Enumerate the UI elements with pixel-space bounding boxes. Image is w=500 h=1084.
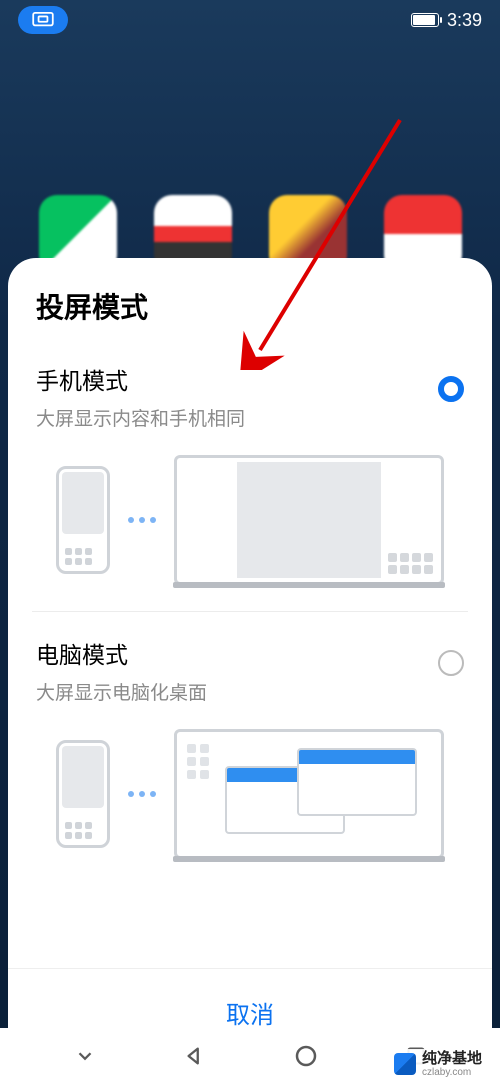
status-time: 3:39	[447, 10, 482, 31]
option-desktop-mode[interactable]: 电脑模式 大屏显示电脑化桌面	[8, 636, 492, 885]
option-phone-mode[interactable]: 手机模式 大屏显示内容和手机相同	[8, 362, 492, 611]
divider	[32, 611, 468, 612]
desktop-mode-illustration	[36, 729, 464, 859]
radio-selected-icon[interactable]	[438, 376, 464, 402]
watermark-url: czlaby.com	[422, 1067, 482, 1078]
battery-icon	[411, 13, 439, 27]
nav-home-icon[interactable]	[294, 1044, 318, 1068]
nav-back-icon[interactable]	[184, 1045, 206, 1067]
cast-mode-modal: 投屏模式 手机模式 大屏显示内容和手机相同 电脑模式 大屏显示电脑化桌面	[8, 258, 492, 1060]
status-bar: 3:39	[0, 0, 500, 40]
option-desc: 大屏显示电脑化桌面	[36, 678, 438, 705]
phone-mode-illustration	[36, 455, 464, 585]
watermark-logo-icon	[394, 1053, 416, 1075]
modal-title: 投屏模式	[8, 286, 492, 326]
radio-unselected-icon[interactable]	[438, 650, 464, 676]
option-desc: 大屏显示内容和手机相同	[36, 404, 438, 431]
option-title: 电脑模式	[36, 636, 438, 670]
cast-indicator[interactable]	[18, 6, 68, 34]
watermark-title: 纯净基地	[422, 1051, 482, 1068]
nav-hide-icon[interactable]	[74, 1045, 96, 1067]
watermark: 纯净基地 czlaby.com	[388, 1049, 488, 1081]
option-title: 手机模式	[36, 362, 438, 396]
